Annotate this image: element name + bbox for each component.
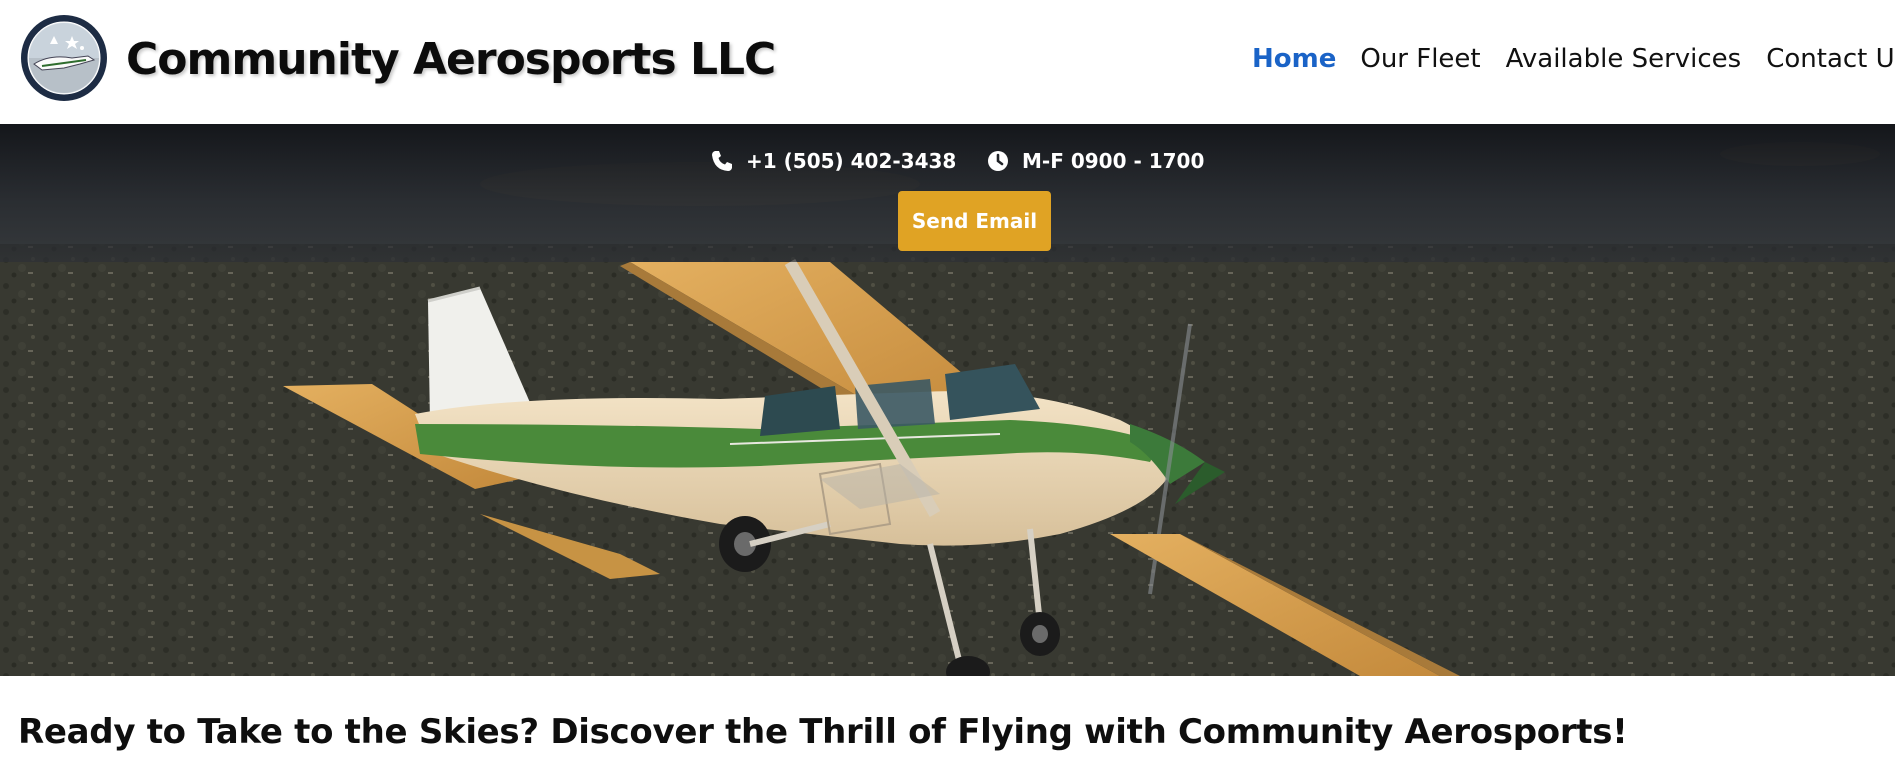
- phone-icon: [712, 151, 732, 171]
- nav-available-services[interactable]: Available Services: [1506, 44, 1742, 74]
- contact-band: +1 (505) 402-3438 M-F 0900 - 1700 Send E…: [0, 124, 1895, 262]
- phone-number: +1 (505) 402-3438: [746, 149, 957, 173]
- contact-row: +1 (505) 402-3438 M-F 0900 - 1700: [0, 146, 1895, 176]
- page-headline: Ready to Take to the Skies? Discover the…: [18, 712, 1628, 752]
- business-hours: M-F 0900 - 1700: [1022, 149, 1205, 173]
- hours-info: M-F 0900 - 1700: [986, 146, 1204, 176]
- site-header: Community Aerosports LLC Home Our Fleet …: [0, 0, 1895, 124]
- phone-contact[interactable]: +1 (505) 402-3438: [710, 146, 956, 176]
- nav-home[interactable]: Home: [1252, 44, 1336, 74]
- nav-our-fleet[interactable]: Our Fleet: [1360, 44, 1480, 74]
- hero-section: +1 (505) 402-3438 M-F 0900 - 1700 Send E…: [0, 124, 1895, 676]
- nav-contact-us[interactable]: Contact Us: [1766, 44, 1895, 74]
- main-nav: Home Our Fleet Available Services Contac…: [1252, 44, 1895, 74]
- clock-icon: [988, 151, 1008, 171]
- send-email-button[interactable]: Send Email: [898, 191, 1051, 251]
- brand-name[interactable]: Community Aerosports LLC: [126, 34, 776, 85]
- logo-icon[interactable]: [20, 14, 108, 102]
